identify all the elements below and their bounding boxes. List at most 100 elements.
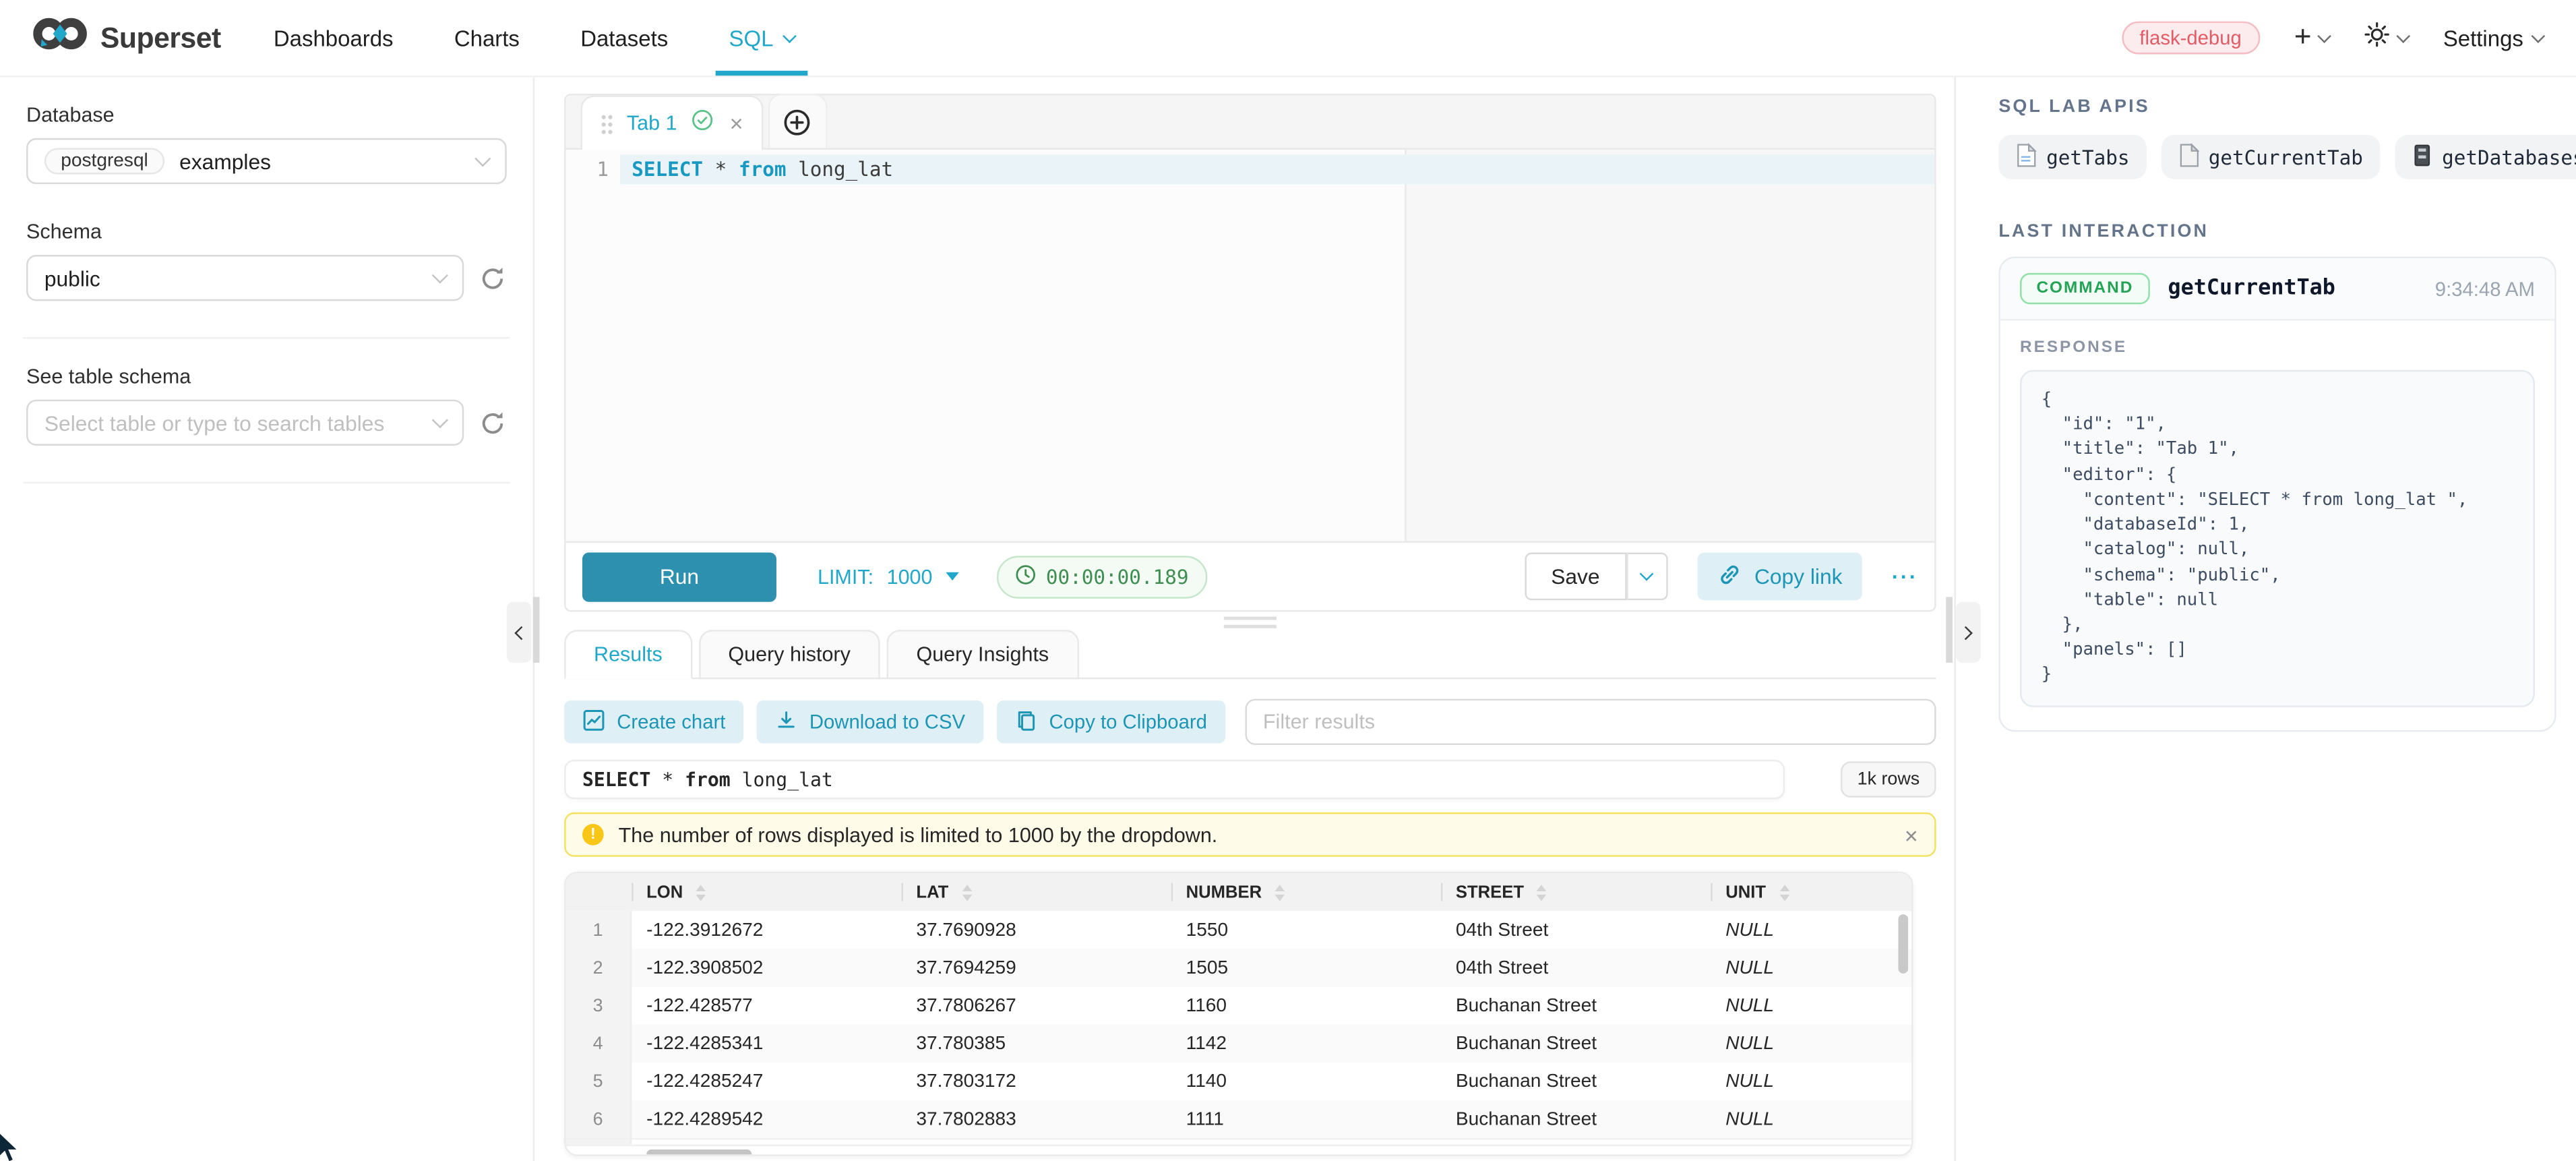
collapse-panel-button[interactable] — [1956, 602, 1981, 663]
settings-menu[interactable]: Settings — [2443, 26, 2543, 51]
row-count-badge: 1k rows — [1841, 761, 1936, 798]
cell-lat: 37.7806267 — [901, 986, 1171, 1024]
column-header-street[interactable]: STREET — [1441, 873, 1711, 911]
sort-icon[interactable] — [1779, 884, 1789, 900]
cell-number: 1160 — [1171, 986, 1441, 1024]
superset-logo[interactable]: Superset — [33, 15, 221, 61]
get-databases-button[interactable]: getDatabases — [2394, 135, 2576, 179]
collapse-sidebar-button[interactable] — [507, 602, 532, 663]
scrollbar-thumb[interactable] — [646, 1150, 752, 1156]
cell-lon: -122.3908502 — [632, 949, 901, 986]
more-options-button[interactable]: ··· — [1892, 564, 1918, 589]
sort-icon[interactable] — [696, 884, 706, 900]
tab-tab1[interactable]: Tab 1 × — [581, 95, 763, 149]
cell-number: 1140 — [1171, 1063, 1441, 1100]
sort-icon[interactable] — [1275, 884, 1285, 900]
nav-datasets[interactable]: Datasets — [580, 0, 668, 76]
refresh-schemas-icon[interactable] — [479, 264, 506, 291]
copy-link-button[interactable]: Copy link — [1697, 553, 1862, 601]
timer-value: 00:00:00.189 — [1046, 565, 1189, 588]
limit-label: LIMIT: — [818, 565, 873, 588]
copy-icon — [1014, 708, 1037, 736]
command-badge: COMMAND — [2020, 273, 2150, 304]
save-button[interactable]: Save — [1525, 553, 1626, 601]
row-index: 6 — [566, 1100, 632, 1138]
chevron-down-icon — [474, 150, 491, 167]
save-split-button: Save — [1525, 553, 1667, 601]
sort-icon[interactable] — [1537, 884, 1547, 900]
column-header-lon[interactable]: LON — [632, 873, 901, 911]
table-row[interactable]: 3 -122.428577 37.7806267 1160 Buchanan S… — [566, 986, 1911, 1024]
panel-resize-grip[interactable] — [1224, 617, 1277, 633]
copy-clipboard-button[interactable]: Copy to Clipboard — [996, 701, 1225, 743]
cell-street: Buchanan Street — [1441, 1100, 1711, 1138]
download-csv-button[interactable]: Download to CSV — [757, 701, 983, 743]
file-cabinet-icon — [2411, 142, 2432, 172]
column-header-number[interactable]: NUMBER — [1171, 873, 1441, 911]
horizontal-scrollbar[interactable] — [566, 1145, 1911, 1156]
table-select[interactable]: Select table or type to search tables — [26, 400, 464, 446]
refresh-tables-icon[interactable] — [479, 409, 506, 436]
nav-dashboards[interactable]: Dashboards — [274, 0, 394, 76]
tab-query-insights[interactable]: Query Insights — [887, 630, 1079, 679]
top-navbar: Superset Dashboards Charts Datasets SQL … — [0, 0, 2576, 78]
tab-query-history[interactable]: Query history — [698, 630, 880, 679]
table-row[interactable]: 5 -122.4285247 37.7803172 1140 Buchanan … — [566, 1063, 1911, 1100]
cell-unit: NULL — [1711, 1025, 1913, 1063]
nav-sql-label: SQL — [729, 26, 774, 51]
run-button[interactable]: Run — [582, 552, 776, 601]
database-select[interactable]: postgresql examples — [26, 138, 507, 184]
sql-code-editor[interactable]: 1 SELECT * from long_lat — [566, 150, 1935, 541]
tab-results[interactable]: Results — [564, 630, 692, 679]
sort-icon[interactable] — [962, 884, 972, 900]
theme-menu[interactable] — [2364, 20, 2409, 55]
schema-select[interactable]: public — [26, 255, 464, 301]
api-buttons: getTabs getCurrentTab — [1998, 135, 2546, 179]
results-table: LON LAT NUMBER STREET UNIT 1 -122.391267… — [564, 872, 1913, 1156]
interaction-card-header: COMMAND getCurrentTab 9:34:48 AM — [2000, 258, 2554, 321]
row-limit-alert: ! The number of rows displayed is limite… — [564, 812, 1936, 857]
cell-unit: NULL — [1711, 986, 1913, 1024]
table-row[interactable]: 2 -122.3908502 37.7694259 1505 04th Stre… — [566, 949, 1911, 986]
filter-results-input[interactable] — [1245, 699, 1936, 745]
query-success-icon — [690, 108, 713, 139]
new-tab-button[interactable] — [768, 94, 827, 148]
get-tabs-label: getTabs — [2046, 146, 2129, 169]
table-row[interactable]: 1 -122.3912672 37.7690928 1550 04th Stre… — [566, 911, 1911, 949]
interaction-card-body: RESPONSE { "id": "1", "title": "Tab 1", … — [2000, 321, 2554, 730]
sql-text: * — [650, 768, 685, 791]
nav-sql[interactable]: SQL — [729, 0, 795, 76]
cell-lon: -122.4285341 — [632, 1025, 901, 1063]
row-index: 4 — [566, 1025, 632, 1063]
cell-lat: 37.780385 — [901, 1025, 1171, 1063]
column-header-lat[interactable]: LAT — [901, 873, 1171, 911]
table-select-placeholder: Select table or type to search tables — [44, 411, 384, 436]
executed-query-row: SELECT * from long_lat 1k rows — [564, 760, 1936, 800]
close-alert-icon[interactable]: × — [1905, 823, 1918, 846]
cell-number: 1142 — [1171, 1025, 1441, 1063]
table-row[interactable]: 4 -122.4285341 37.780385 1142 Buchanan S… — [566, 1025, 1911, 1063]
panel-resize-handle[interactable] — [1946, 597, 1953, 663]
table-header-row: LON LAT NUMBER STREET UNIT — [566, 873, 1911, 911]
table-row[interactable]: 6 -122.4289542 37.7802883 1111 Buchanan … — [566, 1100, 1911, 1138]
create-chart-button[interactable]: Create chart — [564, 701, 743, 743]
new-item-menu[interactable]: + — [2294, 22, 2330, 53]
get-current-tab-button[interactable]: getCurrentTab — [2161, 135, 2379, 179]
limit-dropdown[interactable]: LIMIT: 1000 — [818, 565, 959, 588]
get-tabs-button[interactable]: getTabs — [1998, 135, 2146, 179]
column-header-unit[interactable]: UNIT — [1711, 873, 1913, 911]
results-tabstrip: Results Query history Query Insights — [564, 630, 1936, 679]
drag-handle-icon[interactable] — [601, 113, 614, 134]
vertical-scrollbar-thumb[interactable] — [1898, 914, 1908, 974]
chart-icon — [582, 708, 605, 736]
close-tab-icon[interactable]: × — [730, 112, 743, 135]
sidebar-resize-handle[interactable] — [533, 597, 540, 663]
cell-lon: -122.428577 — [632, 986, 901, 1024]
chevron-down-icon — [432, 267, 448, 283]
save-options-button[interactable] — [1626, 553, 1667, 601]
row-index: 3 — [566, 986, 632, 1024]
cell-lon: -122.3912672 — [632, 911, 901, 949]
warning-icon: ! — [582, 824, 604, 845]
row-index: 1 — [566, 911, 632, 949]
nav-charts[interactable]: Charts — [454, 0, 520, 76]
